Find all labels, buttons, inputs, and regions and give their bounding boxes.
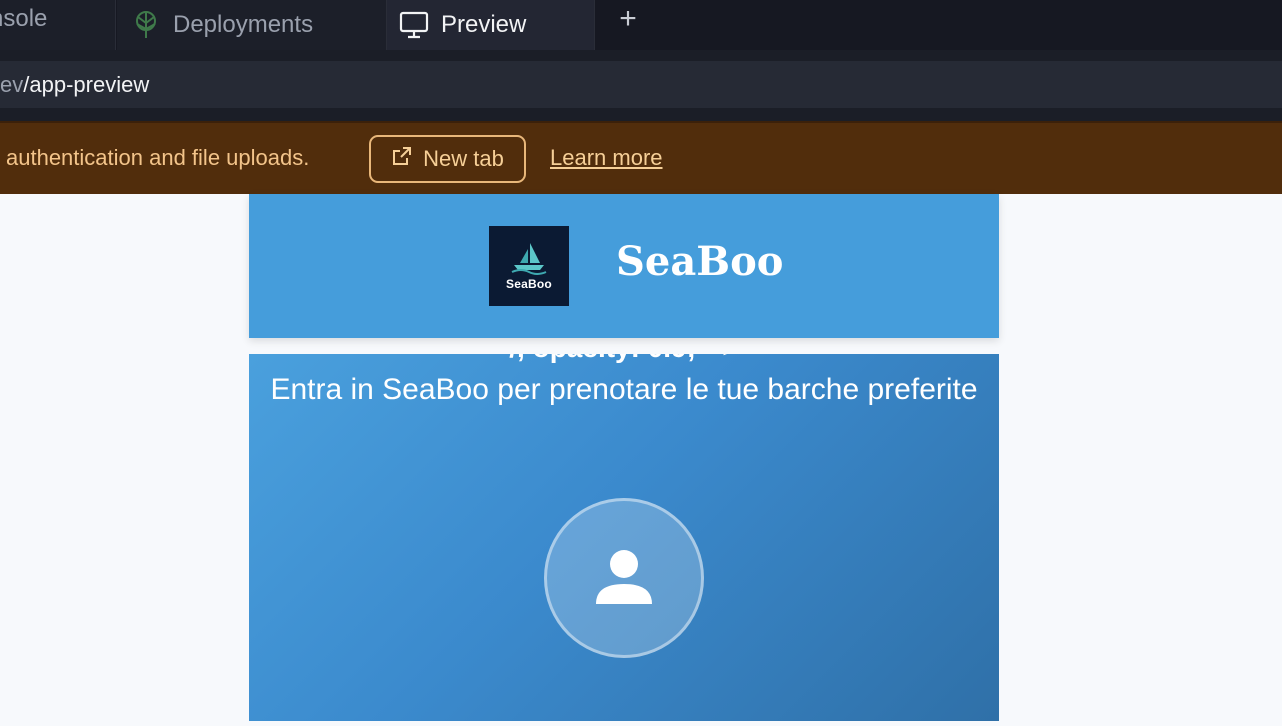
deployments-icon bbox=[131, 10, 161, 40]
tab-preview-label: Preview bbox=[441, 11, 527, 38]
clipped-code-text: /, opacity: 0.9; --> bbox=[249, 354, 999, 364]
sailboat-icon bbox=[511, 243, 547, 275]
user-icon bbox=[596, 550, 652, 604]
new-tab-button[interactable]: New tab bbox=[369, 135, 526, 183]
brand-name: SeaBoo bbox=[616, 238, 784, 285]
new-tab-label: New tab bbox=[423, 146, 504, 171]
tab-preview[interactable]: Preview bbox=[387, 0, 595, 50]
external-link-icon bbox=[391, 145, 413, 173]
seaboo-logo: SeaBoo bbox=[489, 226, 569, 306]
tab-deployments-label: Deployments bbox=[173, 11, 314, 38]
plus-icon[interactable]: + bbox=[612, 4, 644, 37]
url-path: /app-preview bbox=[23, 71, 150, 97]
notice-banner: authentication and file uploads. New tab… bbox=[0, 121, 1282, 194]
url-bar[interactable]: ev/app-preview bbox=[0, 61, 1282, 108]
tab-bar: nsole Deployments Preview + bbox=[0, 0, 1282, 51]
tab-console[interactable]: nsole bbox=[0, 0, 116, 50]
tab-console-label: nsole bbox=[0, 5, 48, 32]
banner-text: authentication and file uploads. bbox=[6, 145, 310, 170]
learn-more-link[interactable]: Learn more bbox=[550, 145, 663, 171]
login-hero: /, opacity: 0.9; --> Entra in SeaBoo per… bbox=[249, 354, 999, 721]
url-row: ev/app-preview bbox=[0, 50, 1282, 121]
logo-text: SeaBoo bbox=[506, 277, 552, 291]
avatar[interactable] bbox=[544, 498, 704, 658]
app-header: SeaBoo SeaBoo bbox=[249, 194, 999, 338]
monitor-icon bbox=[399, 10, 429, 40]
tab-deployments[interactable]: Deployments bbox=[117, 0, 387, 50]
tagline: Entra in SeaBoo per prenotare le tue bar… bbox=[270, 373, 978, 406]
url-prefix: ev bbox=[0, 71, 24, 97]
